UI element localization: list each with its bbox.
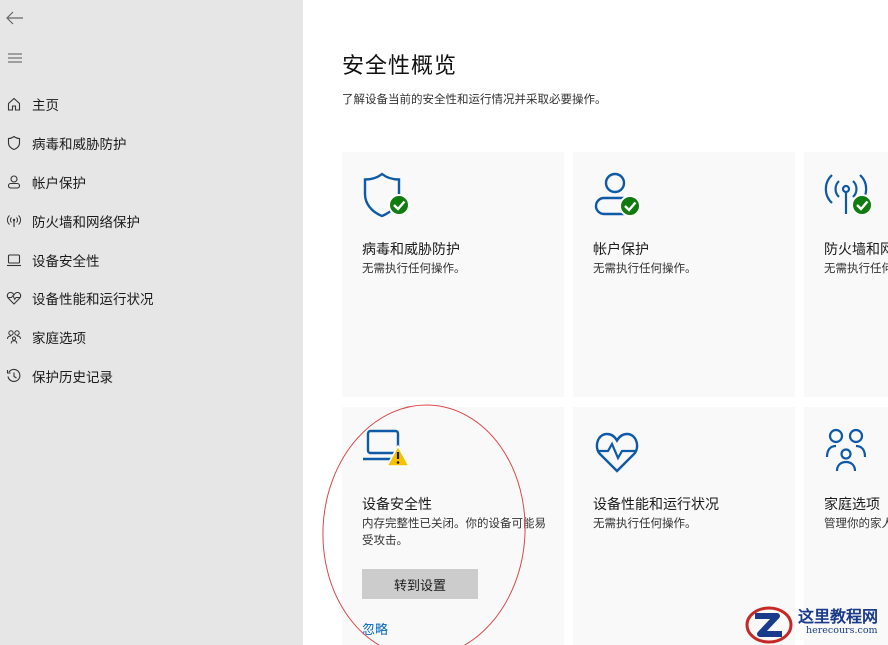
watermark-url: herecours.com [806,625,878,636]
history-icon [4,366,24,386]
page-title: 安全性概览 [342,54,458,79]
card-description: 无需执行任何操作。 [362,261,466,275]
card-title: 设备性能和运行状况 [593,497,719,513]
sidebar-item-device-security[interactable]: 设备安全性 [0,240,303,279]
person-icon [4,172,24,192]
ignore-link[interactable]: 忽略 [362,619,388,638]
card-description: 无需执行任何操作。 [593,261,697,275]
page-subtitle: 了解设备当前的安全性和运行情况并采取必要操作。 [342,92,607,106]
sidebar-item-account-protection[interactable]: 帐户保护 [0,163,303,202]
go-to-settings-button[interactable]: 转到设置 [362,569,478,599]
back-button[interactable] [4,8,26,28]
sidebar-item-label: 家庭选项 [32,331,86,348]
sidebar-item-label: 保护历史记录 [32,369,113,386]
laptop-warning-icon [362,427,414,477]
card-description: 无需执行任何操作。 [593,516,697,530]
sidebar-item-label: 主页 [32,98,59,115]
card-virus-protection[interactable]: 病毒和威胁防护 无需执行任何操作。 [342,152,564,397]
watermark: 这里教程网 herecours.com [742,601,888,645]
card-title: 家庭选项 [824,497,880,513]
heart-pulse-icon [593,427,645,477]
family-icon [824,427,876,477]
sidebar-item-label: 帐户保护 [32,175,86,192]
sidebar-item-label: 防火墙和网络保护 [32,214,140,231]
home-icon [4,94,24,114]
hamburger-icon [8,53,22,63]
shield-icon [4,133,24,153]
back-arrow-icon [6,11,23,25]
card-account-protection[interactable]: 帐户保护 无需执行任何操作。 [573,152,795,397]
sidebar-item-label: 设备安全性 [32,253,100,270]
card-title: 设备安全性 [362,497,432,513]
card-title: 防火墙和网络保护 [824,242,888,258]
card-firewall-protection[interactable]: 防火墙和网络保护 无需执行任何操作。 [804,152,888,397]
sidebar-item-family-options[interactable]: 家庭选项 [0,318,303,357]
card-device-security[interactable]: 设备安全性 内存完整性已关闭。你的设备可能易受攻击。 转到设置 忽略 [342,407,564,645]
watermark-text: 这里教程网 [798,607,879,626]
sidebar-nav: 主页 病毒和威胁防护 帐户保护 防火墙和网络保护 设备安全性 设备性能和运行状况… [0,85,303,395]
card-title: 病毒和威胁防护 [362,242,460,258]
antenna-icon [4,211,24,231]
watermark-logo-icon [745,606,793,644]
sidebar-item-home[interactable]: 主页 [0,85,303,124]
laptop-icon [4,250,24,270]
sidebar: 主页 病毒和威胁防护 帐户保护 防火墙和网络保护 设备安全性 设备性能和运行状况… [0,0,303,645]
card-description: 内存完整性已关闭。你的设备可能易受攻击。 [362,516,546,547]
card-description: 管理你的家人使用设备的方式。 [824,516,888,530]
card-description: 无需执行任何操作。 [824,261,888,275]
sidebar-item-virus-protection[interactable]: 病毒和威胁防护 [0,124,303,163]
card-title: 帐户保护 [593,242,649,258]
person-check-icon [593,172,645,222]
shield-check-icon [362,172,414,222]
sidebar-item-label: 设备性能和运行状况 [32,292,154,309]
family-icon [4,327,24,347]
sidebar-item-protection-history[interactable]: 保护历史记录 [0,357,303,396]
menu-button[interactable] [4,48,26,68]
antenna-check-icon [824,172,876,222]
heart-pulse-icon [4,288,24,308]
sidebar-item-firewall[interactable]: 防火墙和网络保护 [0,201,303,240]
main-content: 安全性概览 了解设备当前的安全性和运行情况并采取必要操作。 病毒和威胁防护 无需… [303,0,888,645]
sidebar-item-device-performance[interactable]: 设备性能和运行状况 [0,279,303,318]
sidebar-item-label: 病毒和威胁防护 [32,137,127,154]
